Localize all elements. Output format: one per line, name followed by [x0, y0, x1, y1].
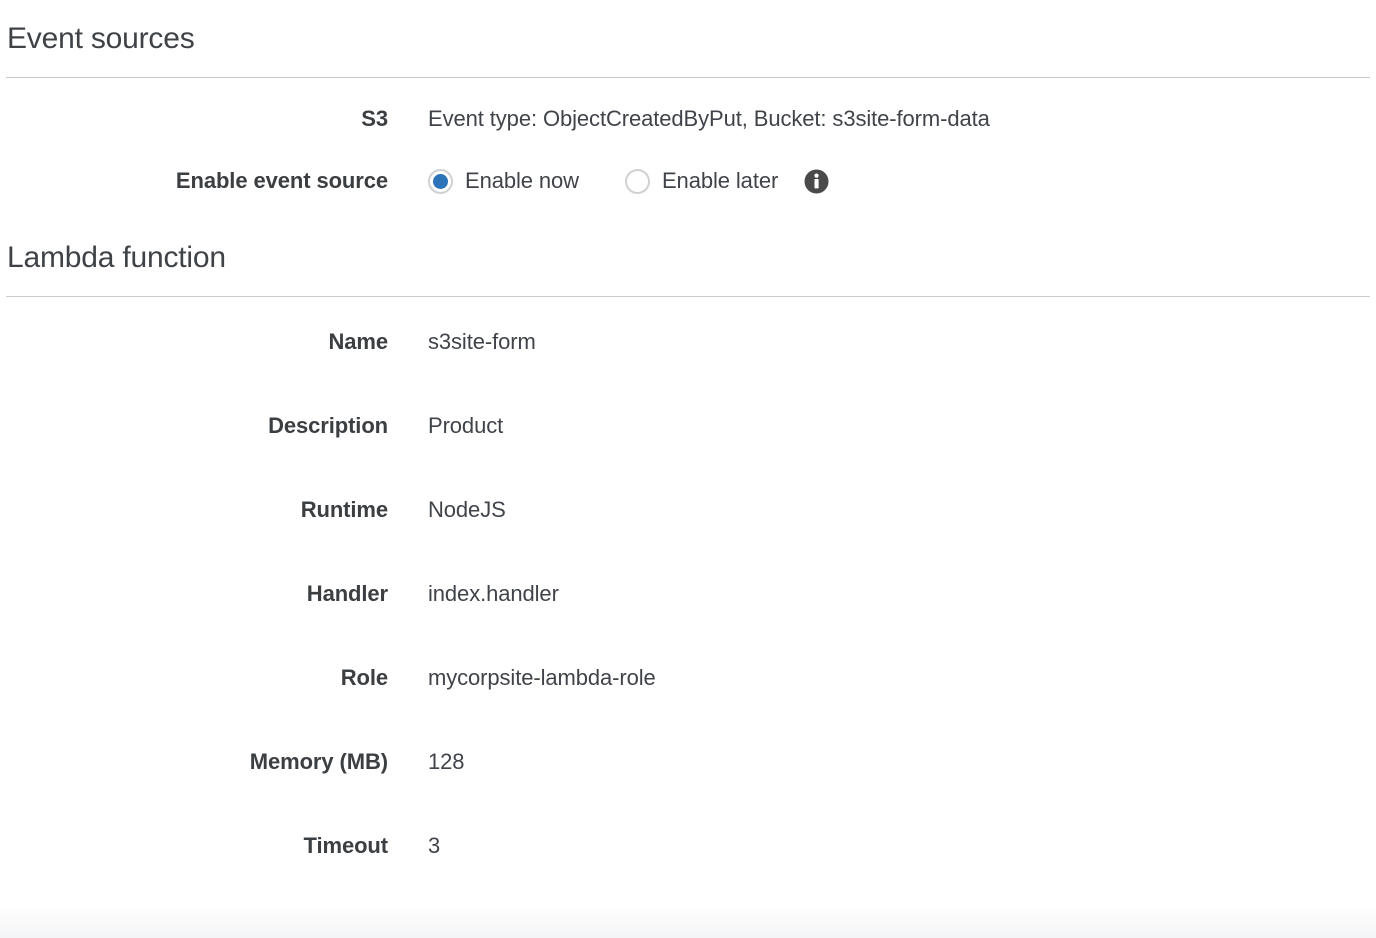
- enable-event-source-row: Enable event source Enable now Enable la…: [0, 168, 1376, 194]
- enable-event-source-radio-group[interactable]: Enable now Enable later: [388, 168, 829, 194]
- lambda-function-section: Lambda function Name s3site-form Descrip…: [0, 194, 1376, 859]
- event-source-value-s3: Event type: ObjectCreatedByPut, Bucket: …: [388, 106, 990, 132]
- lambda-value-runtime: NodeJS: [388, 497, 506, 523]
- lambda-value-timeout: 3: [388, 833, 440, 859]
- lambda-review-page: Event sources S3 Event type: ObjectCreat…: [0, 0, 1376, 938]
- lambda-label-timeout: Timeout: [0, 833, 388, 859]
- lambda-value-memory: 128: [388, 749, 464, 775]
- lambda-function-heading: Lambda function: [0, 243, 1376, 273]
- lambda-label-name: Name: [0, 329, 388, 355]
- lambda-value-handler: index.handler: [388, 581, 559, 607]
- lambda-label-handler: Handler: [0, 581, 388, 607]
- lambda-row-description: Description Product: [0, 413, 1376, 439]
- lambda-row-role: Role mycorpsite-lambda-role: [0, 665, 1376, 691]
- lambda-function-divider: [6, 296, 1370, 297]
- lambda-label-description: Description: [0, 413, 388, 439]
- lambda-label-role: Role: [0, 665, 388, 691]
- info-icon[interactable]: [804, 169, 829, 194]
- lambda-value-role: mycorpsite-lambda-role: [388, 665, 656, 691]
- lambda-row-handler: Handler index.handler: [0, 581, 1376, 607]
- lambda-value-name: s3site-form: [388, 329, 536, 355]
- event-sources-divider: [6, 77, 1370, 78]
- radio-option-enable-later[interactable]: Enable later: [625, 168, 778, 194]
- radio-label-enable-later: Enable later: [662, 168, 778, 194]
- event-source-label-s3: S3: [0, 106, 388, 132]
- lambda-label-memory: Memory (MB): [0, 749, 388, 775]
- lambda-value-description: Product: [388, 413, 503, 439]
- lambda-row-timeout: Timeout 3: [0, 833, 1376, 859]
- radio-button-enable-now[interactable]: [428, 169, 453, 194]
- event-sources-section: Event sources S3 Event type: ObjectCreat…: [0, 0, 1376, 194]
- lambda-label-runtime: Runtime: [0, 497, 388, 523]
- radio-button-enable-later[interactable]: [625, 169, 650, 194]
- footer-gradient: [0, 902, 1376, 938]
- lambda-row-name: Name s3site-form: [0, 329, 1376, 355]
- radio-option-enable-now[interactable]: Enable now: [428, 168, 579, 194]
- radio-label-enable-now: Enable now: [465, 168, 579, 194]
- lambda-row-memory: Memory (MB) 128: [0, 749, 1376, 775]
- event-source-row-s3: S3 Event type: ObjectCreatedByPut, Bucke…: [0, 106, 1376, 132]
- enable-event-source-label: Enable event source: [0, 168, 388, 194]
- event-sources-heading: Event sources: [0, 24, 1376, 54]
- lambda-row-runtime: Runtime NodeJS: [0, 497, 1376, 523]
